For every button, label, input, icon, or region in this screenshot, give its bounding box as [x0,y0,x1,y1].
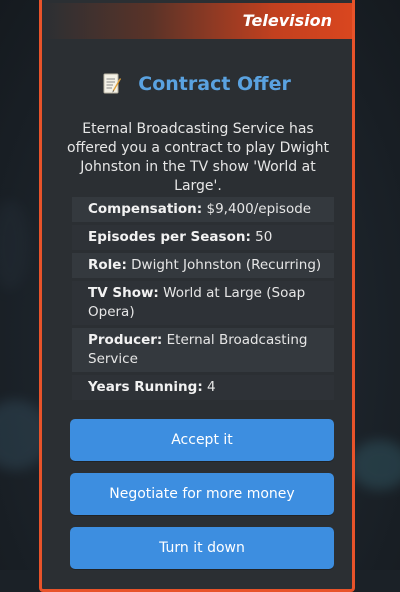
detail-key: Role: [88,257,127,273]
background-blur-shape [350,440,400,490]
memo-icon [103,73,122,95]
detail-compensation: Compensation: $9,400/episode [72,197,334,222]
accept-button[interactable]: Accept it [70,419,334,461]
detail-episodes: Episodes per Season: 50 [72,225,334,250]
category-label: Television [242,11,332,30]
negotiate-button[interactable]: Negotiate for more money [70,473,334,515]
dialog-header: Contract Offer [42,73,352,95]
detail-value: 50 [255,229,273,245]
detail-key: TV Show: [88,285,159,301]
detail-producer: Producer: Eternal Broadcasting Service [72,328,334,372]
decline-button[interactable]: Turn it down [70,527,334,569]
detail-value: $9,400/episode [206,201,312,217]
contract-offer-dialog: Television Contract Offer Eternal Broadc… [39,0,355,592]
detail-value: Dwight Johnston (Recurring) [131,257,322,273]
detail-key: Episodes per Season: [88,229,251,245]
contract-details: Compensation: $9,400/episode Episodes pe… [72,197,334,403]
detail-key: Years Running: [88,379,203,395]
background-blur-shape [0,200,30,290]
detail-role: Role: Dwight Johnston (Recurring) [72,253,334,278]
detail-tv-show: TV Show: World at Large (Soap Opera) [72,281,334,325]
dialog-title: Contract Offer [138,73,291,95]
detail-value: 4 [207,379,216,395]
detail-key: Compensation: [88,201,203,217]
detail-years-running: Years Running: 4 [72,375,334,400]
category-banner: Television [42,3,352,39]
offer-description: Eternal Broadcasting Service has offered… [67,121,329,194]
detail-key: Producer: [88,332,163,348]
